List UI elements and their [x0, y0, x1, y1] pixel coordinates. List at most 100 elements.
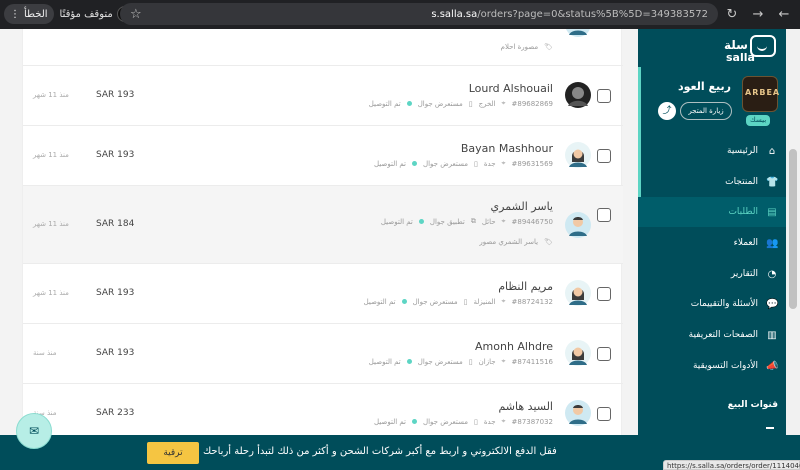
mobile-icon: ▯ [474, 159, 478, 168]
order-checkbox[interactable] [597, 149, 611, 163]
bookmark-star-icon[interactable]: ☆ [130, 7, 142, 22]
location-icon: ⌖ [501, 417, 506, 425]
tag-icon: 🏷 [544, 238, 553, 246]
sidebar-item-products[interactable]: المنتجات 👕 [638, 167, 786, 197]
sidebar-item-marketing[interactable]: الأدوات التسويقية 📣 [638, 351, 786, 381]
url-text: s.salla.sa/orders?page=0&status%5B%5D=34… [431, 8, 708, 20]
order-number: #87411516 [511, 357, 554, 366]
customer-avatar [565, 340, 591, 366]
order-amount: SAR 193 [96, 90, 135, 100]
order-status: تم التوصيل [368, 99, 401, 108]
order-city: جدة [483, 417, 496, 426]
chat-button[interactable]: ✉ [16, 413, 52, 449]
back-icon[interactable]: ← [774, 7, 794, 22]
address-bar[interactable]: ☆ s.salla.sa/orders?page=0&status%5B%5D=… [120, 3, 718, 25]
status-dot [401, 299, 407, 304]
order-number: #89631569 [511, 159, 554, 168]
customer-avatar [565, 142, 591, 168]
orders-list: 🏷 مصورة احلام Lourd Alshouail #89682869 … [22, 29, 623, 435]
sales-channels-item[interactable] [766, 427, 774, 429]
location-icon: ⌖ [501, 99, 506, 107]
error-label: الخطأ [24, 8, 48, 20]
customer-name: Bayan Mashhour [460, 142, 553, 155]
order-number: #89446750 [511, 217, 554, 226]
salla-logo-ar: سلة [724, 38, 748, 52]
app-icon: ⧉ [470, 217, 476, 225]
sidebar-item-customers[interactable]: العملاء 👥 [638, 228, 786, 258]
status-dot [412, 419, 417, 424]
orders-main: 🏷 مصورة احلام Lourd Alshouail #89682869 … [0, 29, 638, 435]
customer-avatar [565, 82, 591, 108]
banner-text: فقل الدفع الالكتروني و اربط مع أكبر شركا… [203, 446, 557, 457]
mobile-icon: ▯ [468, 357, 473, 366]
order-row[interactable]: Amonh Alhdre #87411516 ⌖ جازان ▯ مستعرض … [23, 324, 623, 384]
order-number: #89682869 [511, 99, 554, 108]
pages-icon: ▥ [767, 329, 777, 341]
mobile-icon: ▯ [474, 417, 478, 426]
order-source: مستعرض جوال [417, 357, 463, 366]
order-row[interactable]: مريم النظام #88724132 ⌖ المنيزلة ▯ مستعر… [23, 264, 623, 324]
marketing-icon: 📣 [766, 360, 779, 372]
order-status: تم التوصيل [380, 217, 413, 226]
upgrade-button[interactable]: ترقية [147, 442, 199, 464]
location-icon: ⌖ [501, 357, 506, 365]
reload-icon[interactable]: ↻ [722, 7, 742, 22]
forward-icon[interactable]: → [748, 7, 768, 22]
sales-channels-heading: قنوات البيع [727, 400, 778, 410]
order-checkbox[interactable] [597, 407, 611, 421]
order-source: مستعرض جوال [412, 297, 458, 306]
paused-label: متوقف مؤقتًا [59, 8, 113, 20]
mobile-icon: ▯ [468, 99, 473, 108]
order-city: حائل [481, 217, 496, 226]
order-date: منذ سنة [33, 349, 57, 357]
order-row[interactable]: 🏷 مصورة احلام [23, 29, 623, 66]
order-meta: #88724132 ⌖ المنيزلة ▯ مستعرض جوال تم ال… [364, 297, 553, 306]
sidebar-item-home[interactable]: الرئيسية ⌂ [638, 136, 786, 166]
order-row[interactable]: السيد هاشم #87387032 ⌖ جدة ▯ مستعرض جوال… [23, 384, 623, 435]
order-city: المنيزلة [473, 297, 496, 306]
scrollbar-thumb[interactable] [789, 149, 797, 309]
order-tag: 🏷 ياسر الشمري مصور [479, 238, 553, 246]
orders-icon: ▤ [767, 206, 777, 218]
visit-store-button[interactable]: زيارة المتجر [680, 102, 732, 120]
sidebar-item-reports[interactable]: التقارير ◔ [638, 259, 786, 289]
order-row[interactable]: ياسر الشمري #89446750 ⌖ حائل ⧉ تطبيق جوا… [23, 186, 623, 264]
order-meta: #87411516 ⌖ جازان ▯ مستعرض جوال تم التوص… [369, 357, 553, 366]
reviews-icon: 💬 [766, 298, 779, 310]
order-checkbox[interactable] [597, 287, 611, 301]
order-row[interactable]: Lourd Alshouail #89682869 ⌖ الخرج ▯ مستع… [23, 66, 623, 126]
store-name: ربيع العود [678, 80, 731, 93]
order-checkbox[interactable] [597, 347, 611, 361]
customer-avatar [565, 280, 591, 306]
customer-name: ياسر الشمري [490, 200, 553, 213]
sidebar-item-pages[interactable]: الصفحات التعريفية ▥ [638, 320, 786, 350]
order-row[interactable]: Bayan Mashhour #89631569 ⌖ جدة ▯ مستعرض … [23, 126, 623, 186]
order-amount: SAR 184 [96, 219, 135, 229]
more-vert-icon: ⋮ [10, 8, 20, 20]
share-icon[interactable]: ⤴ [658, 102, 676, 120]
reports-icon: ◔ [767, 268, 777, 280]
order-tag: 🏷 مصورة احلام [500, 43, 553, 51]
order-source: مستعرض جوال [423, 159, 469, 168]
sidebar-item-orders[interactable]: الطلبات ▤ [638, 197, 786, 227]
status-dot [406, 359, 412, 364]
location-icon: ⌖ [501, 217, 506, 225]
sidebar-item-reviews[interactable]: الأسئلة والتقييمات 💬 [638, 289, 786, 319]
order-source: مستعرض جوال [417, 99, 463, 108]
order-checkbox[interactable] [597, 208, 611, 222]
customer-avatar [565, 29, 591, 37]
customer-name: السيد هاشم [498, 400, 553, 413]
customer-name: مريم النظام [498, 280, 553, 293]
order-amount: SAR 193 [96, 348, 135, 358]
sidebar-scrollbar[interactable] [786, 29, 800, 435]
customer-name: Lourd Alshouail [468, 82, 553, 95]
status-bar-url: https://s.salla.sa/orders/order/11140467… [663, 460, 800, 470]
order-status: تم التوصيل [374, 417, 406, 426]
browser-nav-buttons: ↻ → ← [722, 0, 794, 29]
mail-icon: ✉ [28, 424, 40, 438]
order-checkbox[interactable] [597, 89, 611, 103]
error-menu-button[interactable]: ⋮ الخطأ [4, 4, 54, 24]
status-dot [418, 219, 424, 224]
order-status: تم التوصيل [368, 357, 401, 366]
customer-avatar [565, 212, 591, 238]
